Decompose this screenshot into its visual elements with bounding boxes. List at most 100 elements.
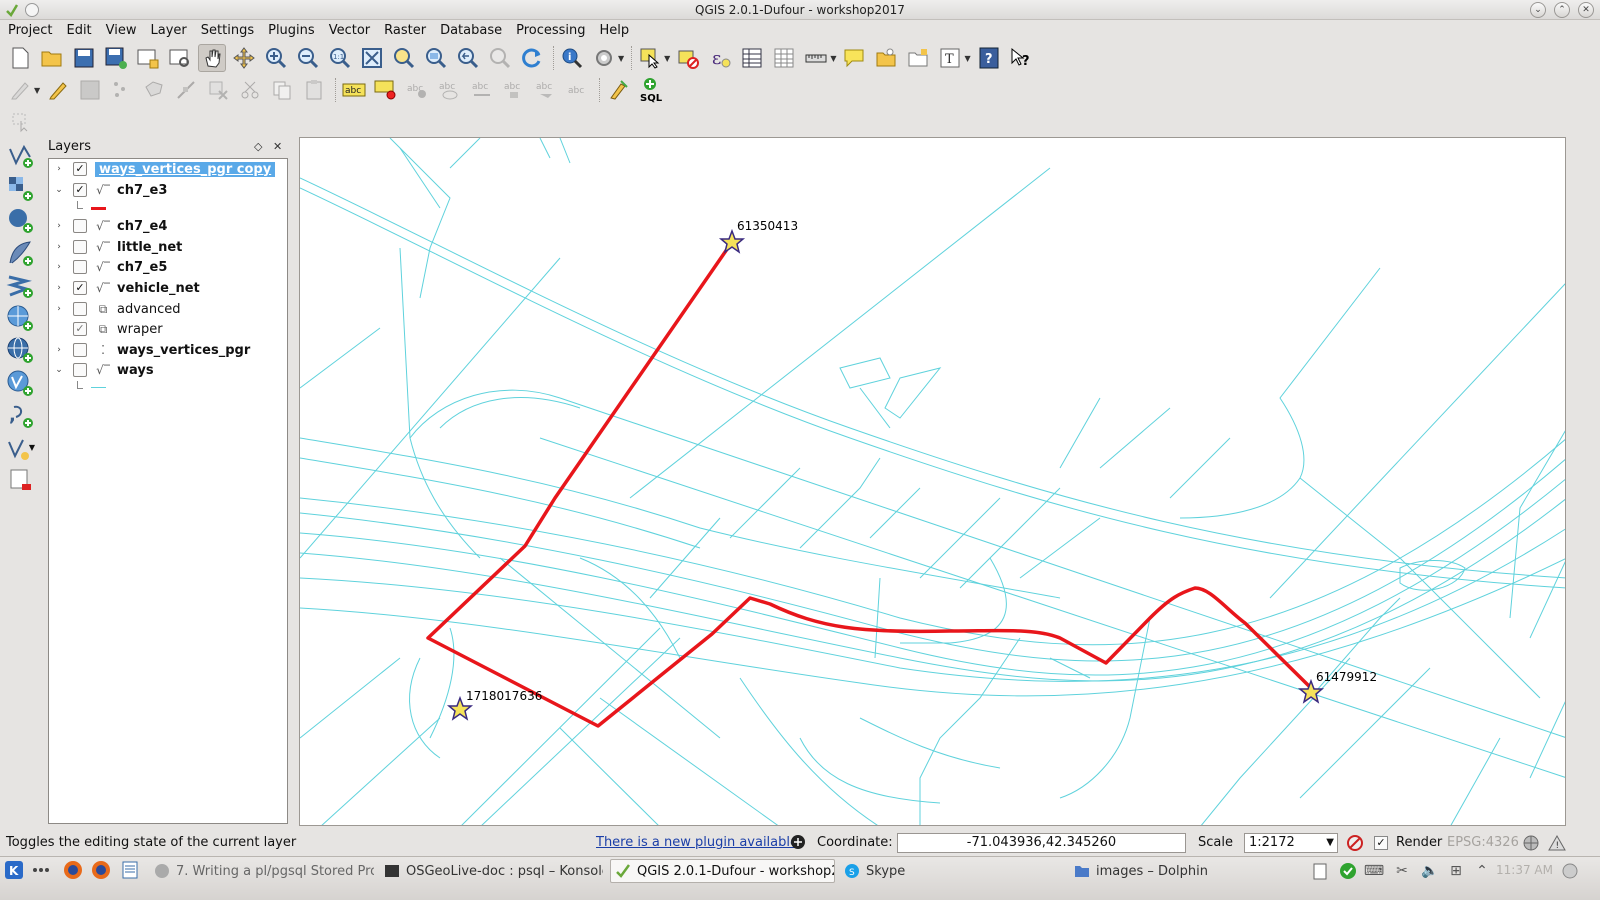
warning-icon[interactable]: ! <box>1548 834 1566 852</box>
layer-name[interactable]: wraper <box>117 322 163 337</box>
vertex-star-61350413[interactable] <box>718 228 746 254</box>
identify-icon[interactable]: i <box>558 44 586 72</box>
copy-features-icon[interactable] <box>268 76 296 104</box>
new-layer-dropdown-icon[interactable]: ▼ <box>29 443 35 452</box>
change-label-icon[interactable]: abc <box>500 76 528 104</box>
add-raster-layer-icon[interactable] <box>5 173 35 203</box>
firefox-icon-2[interactable] <box>90 859 112 881</box>
layer-visibility-checkbox[interactable] <box>73 219 87 233</box>
new-print-composer-icon[interactable] <box>134 44 162 72</box>
refresh-icon[interactable] <box>518 44 546 72</box>
text-annotation-icon[interactable]: T <box>936 44 964 72</box>
volume-icon[interactable]: 🔈 <box>1420 861 1440 881</box>
menu-vector[interactable]: Vector <box>325 20 374 42</box>
coordinate-field[interactable]: -71.043936,42.345260 <box>897 833 1186 853</box>
new-plugin-link[interactable]: There is a new plugin available <box>596 835 798 850</box>
add-wms-layer-icon[interactable] <box>5 303 35 333</box>
clipboard-icon[interactable] <box>1310 861 1330 881</box>
new-bookmark-icon[interactable] <box>872 44 900 72</box>
save-project-icon[interactable] <box>70 44 98 72</box>
layer-name[interactable]: vehicle_net <box>117 281 200 296</box>
layer-row-ch7-e5[interactable]: › √‾ ch7_e5 <box>49 257 287 277</box>
collapse-icon[interactable]: ⌄ <box>53 365 65 375</box>
network-icon[interactable]: ⊞ <box>1446 861 1466 881</box>
coordinate-toggle-icon[interactable] <box>790 834 806 850</box>
expand-icon[interactable]: › <box>53 262 65 272</box>
layer-name[interactable]: ch7_e4 <box>117 219 167 234</box>
keyboard-icon[interactable]: ⌨ <box>1364 861 1384 881</box>
action-icon[interactable] <box>590 44 618 72</box>
add-delimited-text-layer-icon[interactable]: , <box>5 400 35 430</box>
field-calculator-icon[interactable] <box>770 44 798 72</box>
layer-row-wraper[interactable]: ⧉ wraper <box>49 319 287 339</box>
label-tool-icon[interactable]: abc <box>564 76 592 104</box>
stop-render-icon[interactable] <box>1346 834 1364 852</box>
map-canvas[interactable]: 61350413 1718017636 61479912 <box>299 137 1566 826</box>
close-icon[interactable]: ✕ <box>1578 2 1594 18</box>
layer-visibility-checkbox[interactable] <box>73 281 87 295</box>
add-wcs-layer-icon[interactable] <box>5 335 35 365</box>
menu-edit[interactable]: Edit <box>62 20 95 42</box>
menu-plugins[interactable]: Plugins <box>264 20 319 42</box>
layer-visibility-checkbox[interactable] <box>73 162 87 176</box>
layer-visibility-checkbox[interactable] <box>73 343 87 357</box>
layer-visibility-checkbox[interactable] <box>73 363 87 377</box>
label-properties-icon[interactable]: abc <box>532 76 560 104</box>
add-postgis-layer-icon[interactable] <box>5 205 35 235</box>
paste-features-icon[interactable] <box>300 76 328 104</box>
task-window-browser[interactable]: 7. Writing a pl/pgsql Stored Proce <box>150 859 375 883</box>
scale-select[interactable]: 1:2172 ▼ <box>1244 833 1338 853</box>
maximize-icon[interactable]: ⌃ <box>1554 2 1570 18</box>
expand-icon[interactable]: › <box>53 304 65 314</box>
menu-layer[interactable]: Layer <box>147 20 191 42</box>
zoom-to-layer-icon[interactable] <box>422 44 450 72</box>
help-icon[interactable]: ? <box>975 44 1003 72</box>
collapse-icon[interactable]: ⌄ <box>53 185 65 195</box>
zoom-actual-icon[interactable]: 1:1 <box>326 44 354 72</box>
toggle-editing-icon[interactable] <box>6 76 34 104</box>
layer-name[interactable]: ch7_e5 <box>117 260 167 275</box>
crs-status[interactable]: EPSG:4326 <box>1447 835 1519 850</box>
cut-features-icon[interactable] <box>236 76 264 104</box>
expand-icon[interactable]: › <box>53 242 65 252</box>
save-as-icon[interactable] <box>102 44 130 72</box>
task-window-dolphin[interactable]: images – Dolphin <box>1070 859 1295 883</box>
dots-icon[interactable] <box>30 859 52 881</box>
node-tool-icon[interactable] <box>172 76 200 104</box>
firefox-icon[interactable] <box>62 859 84 881</box>
menu-help[interactable]: Help <box>596 20 634 42</box>
action-dropdown-icon[interactable]: ▼ <box>618 54 624 63</box>
new-project-icon[interactable] <box>6 44 34 72</box>
skype-status-icon[interactable] <box>1338 861 1358 881</box>
layer-name[interactable]: ways_vertices_pgr copy <box>95 161 276 177</box>
kde-menu-icon[interactable]: K <box>3 859 25 881</box>
menu-raster[interactable]: Raster <box>380 20 430 42</box>
layer-visibility-checkbox[interactable] <box>73 183 87 197</box>
layer-row-vehicle-net[interactable]: › √‾ vehicle_net <box>49 278 287 298</box>
deselect-icon[interactable] <box>674 44 702 72</box>
layer-row-ways-vertices-pgr[interactable]: › ⁚ ways_vertices_pgr <box>49 340 287 360</box>
documents-icon[interactable] <box>119 859 141 881</box>
menu-settings[interactable]: Settings <box>197 20 258 42</box>
expand-icon[interactable]: › <box>53 283 65 293</box>
remove-layer-icon[interactable] <box>5 465 35 495</box>
whats-this-icon[interactable]: ? <box>1007 44 1035 72</box>
expression-select-icon[interactable]: ε <box>706 44 734 72</box>
measure-line-icon[interactable] <box>802 44 830 72</box>
add-wfs-layer-icon[interactable] <box>5 368 35 398</box>
vertex-star-61479912[interactable] <box>1297 678 1325 704</box>
composer-manager-icon[interactable] <box>166 44 194 72</box>
render-checkbox[interactable]: ✓ <box>1374 836 1388 850</box>
move-feature-icon[interactable] <box>140 76 168 104</box>
zoom-to-selection-icon[interactable] <box>390 44 418 72</box>
task-window-konsole[interactable]: OSGeoLive-doc : psql – Konsole <box>380 859 604 883</box>
move-label-icon[interactable]: abc <box>436 76 464 104</box>
zoom-next-icon[interactable] <box>486 44 514 72</box>
pencil-icon[interactable] <box>44 76 72 104</box>
open-project-icon[interactable] <box>38 44 66 72</box>
expand-icon[interactable]: › <box>53 221 65 231</box>
layer-visibility-checkbox[interactable] <box>73 302 87 316</box>
delete-selected-icon[interactable] <box>204 76 232 104</box>
layer-visibility-checkbox[interactable] <box>73 322 87 336</box>
show-hide-labels-icon[interactable]: abc <box>404 76 432 104</box>
